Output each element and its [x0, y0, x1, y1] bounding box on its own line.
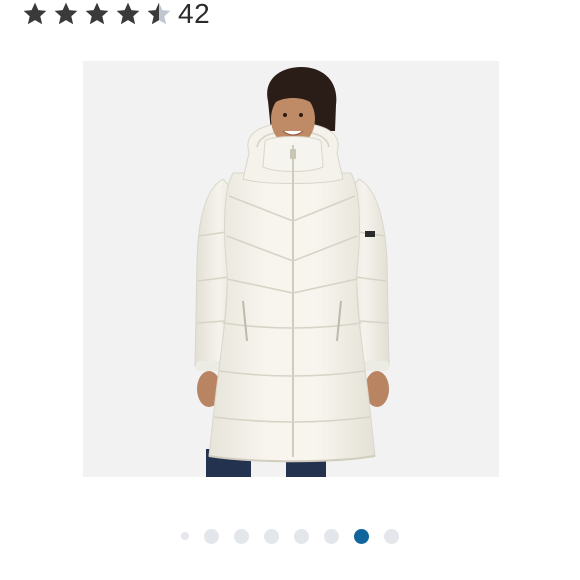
carousel-dot-active[interactable] [354, 528, 369, 544]
rating-stars [22, 1, 177, 27]
carousel-dot[interactable] [234, 528, 249, 544]
star-full-icon [54, 2, 78, 25]
image-carousel-indicator [0, 525, 580, 547]
carousel-dot[interactable] [204, 528, 219, 544]
star-full-icon [116, 2, 140, 25]
rating-count[interactable]: 42 [178, 0, 210, 28]
star-full-icon [85, 2, 109, 25]
product-rating[interactable]: 42 [22, 0, 210, 30]
carousel-dot[interactable] [384, 528, 399, 544]
product-image[interactable] [83, 61, 499, 477]
star-half-icon [147, 2, 171, 25]
carousel-dot[interactable] [181, 532, 189, 540]
product-photo-illustration [83, 61, 499, 477]
carousel-dots [181, 528, 399, 544]
carousel-dot[interactable] [264, 528, 279, 544]
star-full-icon [23, 2, 47, 25]
carousel-dot[interactable] [294, 528, 309, 544]
carousel-dot[interactable] [324, 528, 339, 544]
